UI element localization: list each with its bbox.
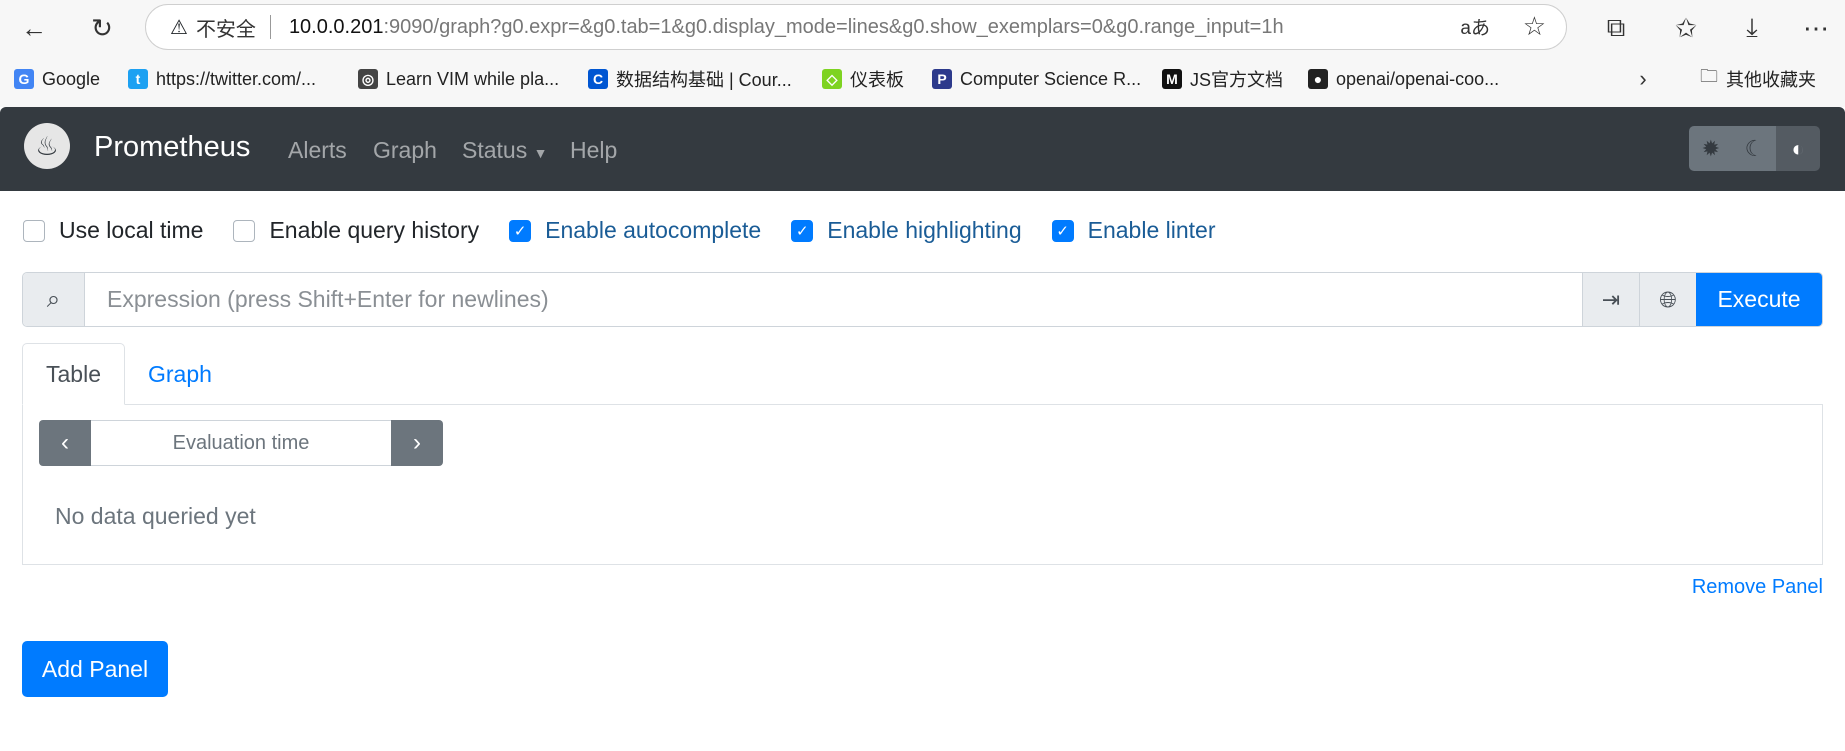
divider (269, 15, 271, 39)
chevron-left-icon[interactable]: ‹ (39, 420, 91, 466)
prometheus-logo-icon[interactable]: ♨ (24, 123, 70, 169)
favorite-star-icon[interactable]: ☆ (1523, 11, 1546, 42)
remove-panel-link[interactable]: Remove Panel (1692, 576, 1823, 599)
option-label: Use local time (59, 217, 204, 243)
format-expression-icon[interactable]: ⇥ (1582, 273, 1639, 326)
search-icon: ⌕ (23, 273, 85, 326)
bookmark-item[interactable]: P Computer Science R... (932, 64, 1141, 94)
bookmark-label: Learn VIM while pla... (386, 68, 560, 89)
other-bookmarks[interactable]: 🗀 其他收藏夹 (1700, 64, 1816, 94)
bookmark-label: 仪表板 (850, 70, 904, 90)
more-icon[interactable]: ⋯ (1796, 8, 1836, 48)
favorites-icon[interactable]: ✩ (1666, 8, 1706, 48)
checkbox[interactable]: ✓ (791, 219, 814, 242)
url-path: :9090/graph?g0.expr=&g0.tab=1&g0.display… (383, 15, 1284, 38)
google-icon: G (14, 69, 34, 89)
bookmark-label: Google (42, 68, 101, 89)
warning-icon: ⚠ (170, 16, 188, 39)
option-checkbox[interactable]: ✓ Enable autocomplete (509, 217, 761, 244)
checkbox[interactable] (23, 219, 45, 242)
extensions-icon[interactable]: ⧉ (1596, 8, 1636, 48)
option-checkbox[interactable]: ✓ Enable highlighting (791, 217, 1022, 244)
back-icon[interactable]: ← (14, 8, 54, 48)
option-label: Enable highlighting (827, 217, 1022, 243)
option-checkbox[interactable]: Enable query history (233, 217, 479, 244)
evaluation-time-control: ‹ Evaluation time › (39, 420, 443, 466)
dark-theme-icon[interactable]: ☾ (1732, 126, 1777, 171)
cube-icon: ◇ (822, 69, 842, 89)
evaluation-time-input[interactable]: Evaluation time (91, 420, 391, 466)
bookmark-label: https://twitter.com/... (156, 68, 317, 89)
table-panel: ‹ Evaluation time › No data queried yet (22, 404, 1823, 565)
bookmark-label: 数据结构基础 | Cour... (616, 70, 792, 90)
nav-graph[interactable]: Graph (373, 137, 437, 164)
add-panel-button[interactable]: Add Panel (22, 641, 168, 697)
reload-icon[interactable]: ↻ (82, 8, 122, 48)
bookmark-item[interactable]: M JS官方文档 (1162, 64, 1283, 94)
option-checkbox[interactable]: ✓ Enable linter (1051, 217, 1216, 244)
checkbox[interactable]: ✓ (509, 219, 532, 242)
chevron-right-icon[interactable]: › (391, 420, 443, 466)
execute-button[interactable]: Execute (1696, 273, 1822, 326)
bookmark-item[interactable]: ◇ 仪表板 (822, 64, 904, 94)
caret-down-icon: ▼ (533, 145, 548, 161)
no-data-message: No data queried yet (55, 503, 256, 529)
bookmark-item[interactable]: G Google (14, 64, 100, 94)
expression-input[interactable] (85, 273, 1582, 326)
nav-alerts[interactable]: Alerts (288, 137, 347, 164)
theme-toggle: ✹ ☾ ◐ (1689, 126, 1820, 171)
p-icon: P (932, 69, 952, 89)
other-bookmarks-label: 其他收藏夹 (1726, 70, 1816, 90)
bookmark-item[interactable]: ◎ Learn VIM while pla... (358, 64, 559, 94)
url-host: 10.0.0.201 (288, 15, 384, 38)
metrics-explorer-icon[interactable]: 🌐︎ (1639, 273, 1696, 326)
light-theme-icon[interactable]: ✹ (1689, 126, 1733, 171)
bookmark-item[interactable]: ● openai/openai-coo... (1308, 64, 1499, 94)
nav-status-label: Status (462, 137, 528, 163)
coursera-icon: C (588, 69, 608, 89)
checkbox[interactable]: ✓ (1051, 219, 1074, 242)
insecure-label: 不安全 (195, 18, 256, 41)
option-label: Enable linter (1087, 217, 1216, 243)
bookmark-item[interactable]: C 数据结构基础 | Cour... (588, 64, 792, 94)
bookmark-label: JS官方文档 (1190, 70, 1284, 90)
option-label: Enable autocomplete (545, 217, 762, 243)
auto-theme-icon[interactable]: ◐ (1776, 126, 1820, 171)
bookmarks-overflow-icon[interactable]: › (1628, 62, 1658, 96)
github-icon: ● (1308, 69, 1328, 89)
option-checkbox[interactable]: Use local time (23, 217, 203, 244)
option-label: Enable query history (269, 217, 480, 243)
expression-bar: ⌕ ⇥ 🌐︎ Execute (22, 272, 1823, 327)
twitter-icon: t (128, 69, 148, 89)
browser-chrome: ← ↻ ⚠ 不安全 10.0.0.201:9090/graph?g0.expr=… (0, 0, 1845, 107)
bookmark-label: openai/openai-coo... (1336, 68, 1500, 89)
address-bar[interactable]: ⚠ 不安全 10.0.0.201:9090/graph?g0.expr=&g0.… (145, 4, 1567, 50)
options-row: Use local time Enable query history ✓ Enabl… (23, 217, 1245, 244)
read-aloud-icon[interactable]: aあ (1460, 13, 1490, 40)
panel-tabs: Table Graph (22, 343, 235, 405)
folder-icon: 🗀 (1700, 66, 1718, 86)
tab-table[interactable]: Table (22, 343, 125, 405)
bookmark-label: Computer Science R... (960, 68, 1142, 89)
globe-icon: ◎ (358, 69, 378, 89)
nav-help[interactable]: Help (570, 137, 617, 164)
nav-status[interactable]: Status ▼ (462, 137, 547, 164)
bookmark-item[interactable]: t https://twitter.com/... (128, 64, 316, 94)
m-icon: M (1162, 69, 1182, 89)
checkbox[interactable] (233, 219, 256, 242)
tab-graph[interactable]: Graph (125, 343, 235, 405)
downloads-icon[interactable]: ⤓ (1732, 8, 1772, 48)
navbar: ♨ Prometheus Alerts Graph Status ▼ Help … (0, 107, 1845, 191)
brand[interactable]: Prometheus (94, 131, 250, 164)
